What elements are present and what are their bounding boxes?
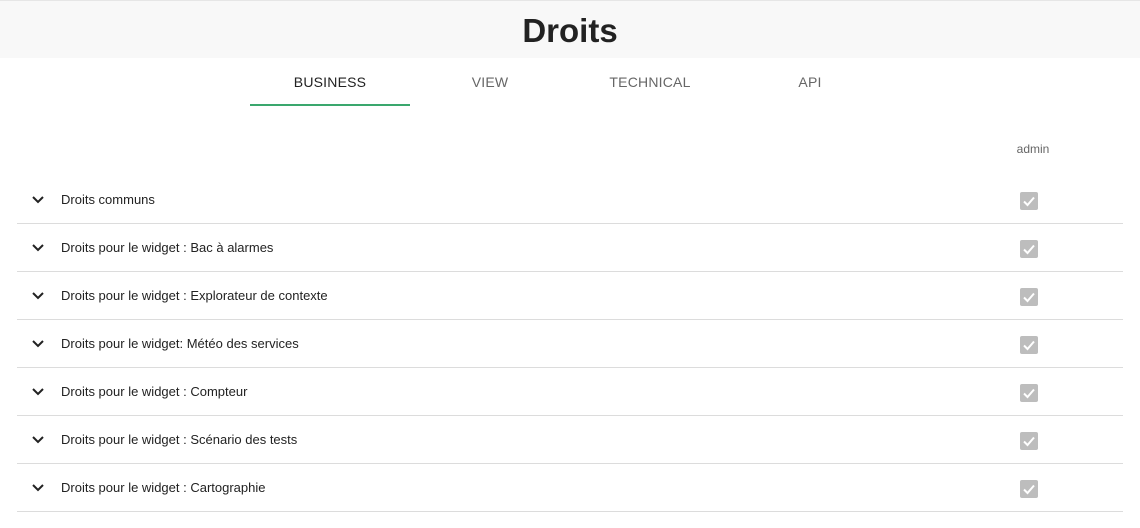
tab-api[interactable]: API <box>730 58 890 106</box>
chevron-down-icon[interactable] <box>31 386 45 398</box>
rights-group-label: Droits communs <box>61 192 155 207</box>
rights-group-label: Droits pour le widget: Météo des service… <box>61 336 299 351</box>
check-icon <box>1023 196 1035 207</box>
admin-checkbox[interactable] <box>1020 192 1038 210</box>
rights-group-row[interactable]: Droits pour le widget : Cartographie <box>17 464 1123 512</box>
check-icon <box>1023 292 1035 303</box>
page-header: Droits <box>0 0 1140 58</box>
rights-group-label: Droits pour le widget : Scénario des tes… <box>61 432 298 447</box>
check-icon <box>1023 388 1035 399</box>
column-header-admin: admin <box>1016 142 1050 156</box>
tab-view[interactable]: VIEW <box>410 58 570 106</box>
rights-group-row[interactable]: Droits pour le widget: Météo des service… <box>17 320 1123 368</box>
rights-group-label: Droits pour le widget : Cartographie <box>61 480 266 495</box>
admin-checkbox[interactable] <box>1020 432 1038 450</box>
admin-checkbox[interactable] <box>1020 336 1038 354</box>
rights-group-label: Droits pour le widget : Compteur <box>61 384 248 399</box>
admin-checkbox[interactable] <box>1020 480 1038 498</box>
admin-checkbox[interactable] <box>1020 240 1038 258</box>
chevron-down-icon[interactable] <box>31 482 45 494</box>
rights-group-row[interactable]: Droits pour le widget : Bac à alarmes <box>17 224 1123 272</box>
admin-checkbox[interactable] <box>1020 288 1038 306</box>
page-title: Droits <box>522 12 618 49</box>
chevron-down-icon[interactable] <box>31 434 45 446</box>
chevron-down-icon[interactable] <box>31 338 45 350</box>
chevron-down-icon[interactable] <box>31 242 45 254</box>
rights-group-row[interactable]: Droits pour le widget : Compteur <box>17 368 1123 416</box>
rights-group-row[interactable]: Droits pour le widget : Scénario des tes… <box>17 416 1123 464</box>
tab-business[interactable]: BUSINESS <box>250 58 410 106</box>
rights-group-label: Droits pour le widget : Bac à alarmes <box>61 240 274 255</box>
rights-panel: BUSINESS VIEW TECHNICAL API admin Droits… <box>2 58 1138 528</box>
rights-group-label: Droits pour le widget : Explorateur de c… <box>61 288 328 303</box>
chevron-down-icon[interactable] <box>31 194 45 206</box>
chevron-down-icon[interactable] <box>31 290 45 302</box>
rights-group-row[interactable]: Droits pour le widget : Explorateur de c… <box>17 272 1123 320</box>
check-icon <box>1023 244 1035 255</box>
check-icon <box>1023 484 1035 495</box>
check-icon <box>1023 340 1035 351</box>
rights-group-row[interactable]: Droits communs <box>17 176 1123 224</box>
tab-technical[interactable]: TECHNICAL <box>570 58 730 106</box>
tab-bar: BUSINESS VIEW TECHNICAL API <box>250 58 890 106</box>
check-icon <box>1023 436 1035 447</box>
rights-list: Droits communs Droits pour le widget : B… <box>17 176 1123 512</box>
admin-checkbox[interactable] <box>1020 384 1038 402</box>
